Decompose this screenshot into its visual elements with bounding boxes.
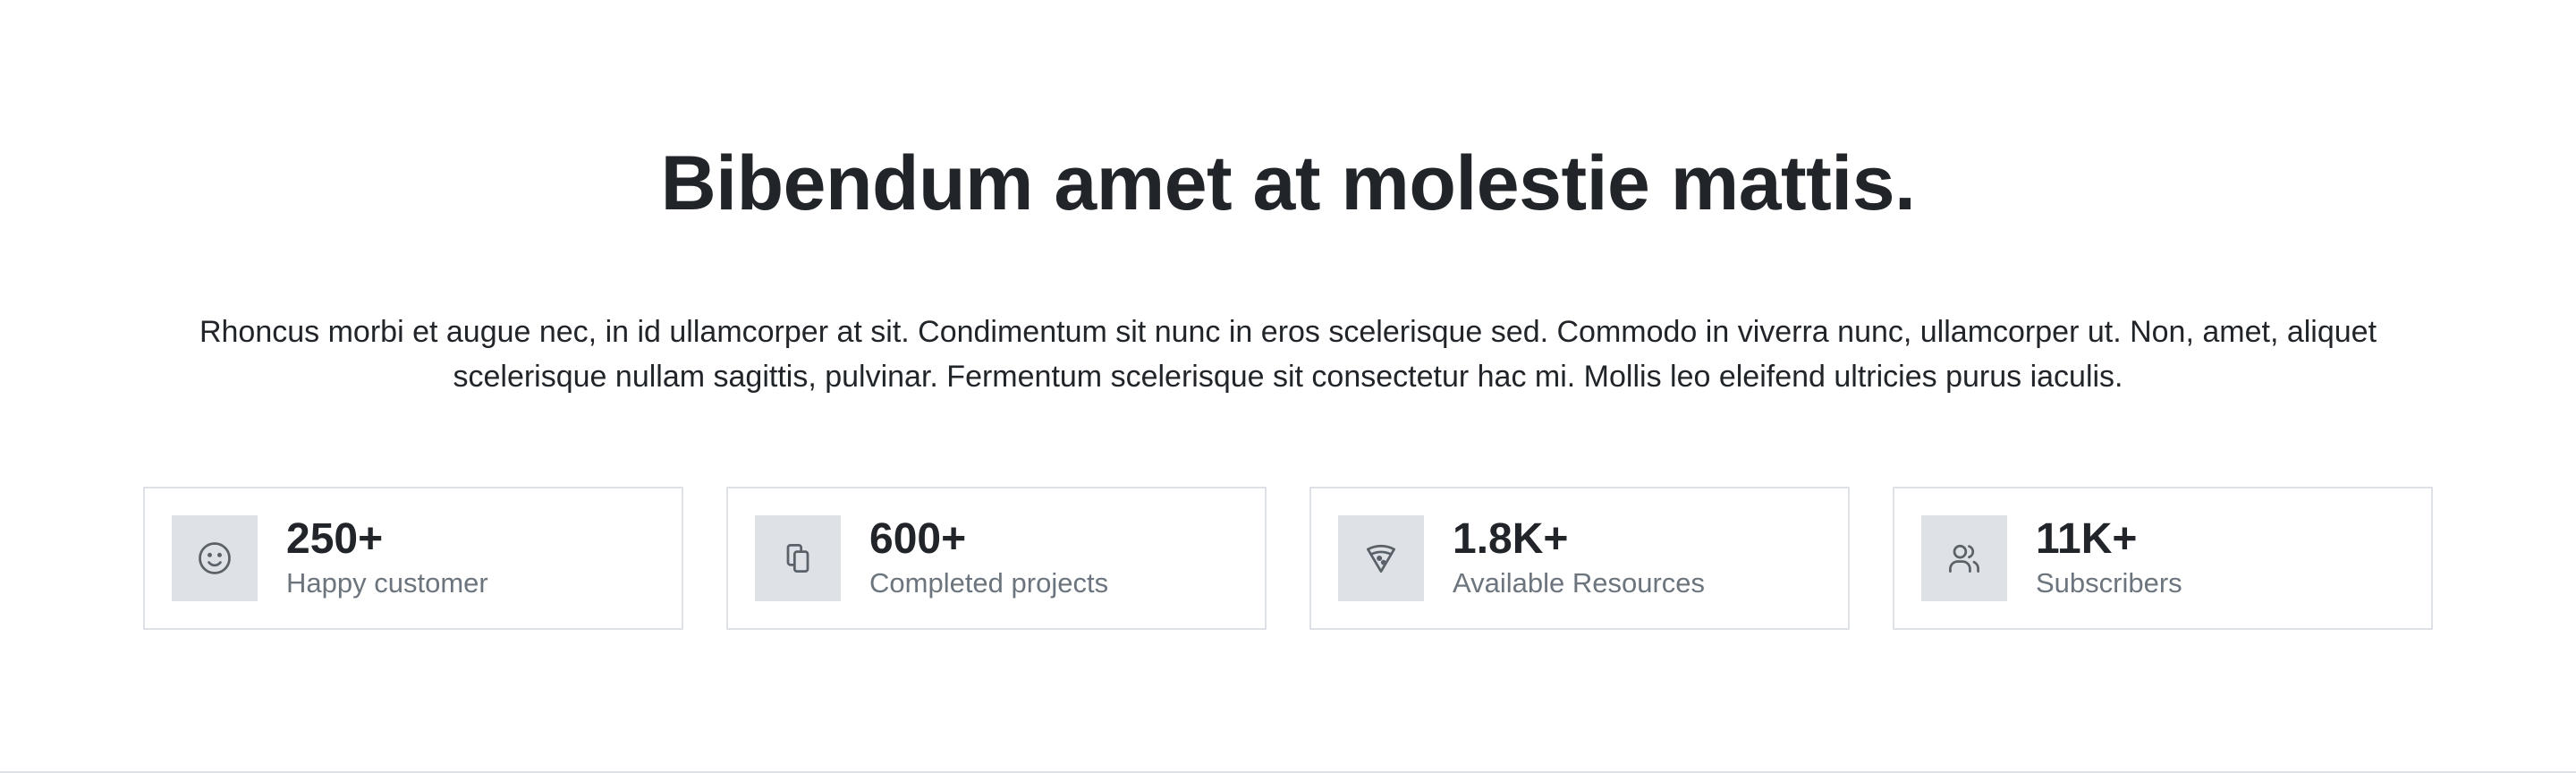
stats-row: 250+ Happy customer 600+ Completed proje…	[143, 487, 2433, 630]
stat-text: 1.8K+ Available Resources	[1453, 515, 1705, 601]
stat-label: Subscribers	[2036, 567, 2182, 599]
stat-card-happy-customer: 250+ Happy customer	[143, 487, 683, 630]
users-icon	[1949, 544, 1979, 573]
stat-value: 600+	[869, 515, 967, 563]
section-title: Bibendum amet at molestie mattis.	[660, 140, 1916, 226]
stat-label: Available Resources	[1453, 567, 1706, 599]
section-description: Rhoncus morbi et augue nec, in id ullamc…	[199, 315, 2377, 394]
stat-text: 250+ Happy customer	[286, 515, 488, 601]
pizza-icon	[1366, 544, 1396, 573]
stat-label: Completed projects	[869, 567, 1109, 599]
icon-container	[1338, 515, 1424, 601]
icon-container	[172, 515, 258, 601]
stat-text: 11K+ Subscribers	[2036, 515, 2182, 601]
stat-value: 1.8K+	[1453, 515, 1569, 563]
stat-card-subscribers: 11K+ Subscribers	[1893, 487, 2433, 630]
stat-card-completed-projects: 600+ Completed projects	[726, 487, 1267, 630]
icon-container	[1921, 515, 2007, 601]
stat-label: Happy customer	[286, 567, 488, 599]
stat-card-available-resources: 1.8K+ Available Resources	[1309, 487, 1850, 630]
copy-files-icon	[786, 543, 809, 573]
icon-container	[755, 515, 841, 601]
stat-value: 250+	[286, 515, 384, 563]
stat-value: 11K+	[2036, 515, 2138, 563]
page: Bibendum amet at molestie mattis. Rhoncu…	[0, 0, 2576, 773]
stat-text: 600+ Completed projects	[869, 515, 1108, 601]
smiley-icon	[199, 542, 231, 574]
